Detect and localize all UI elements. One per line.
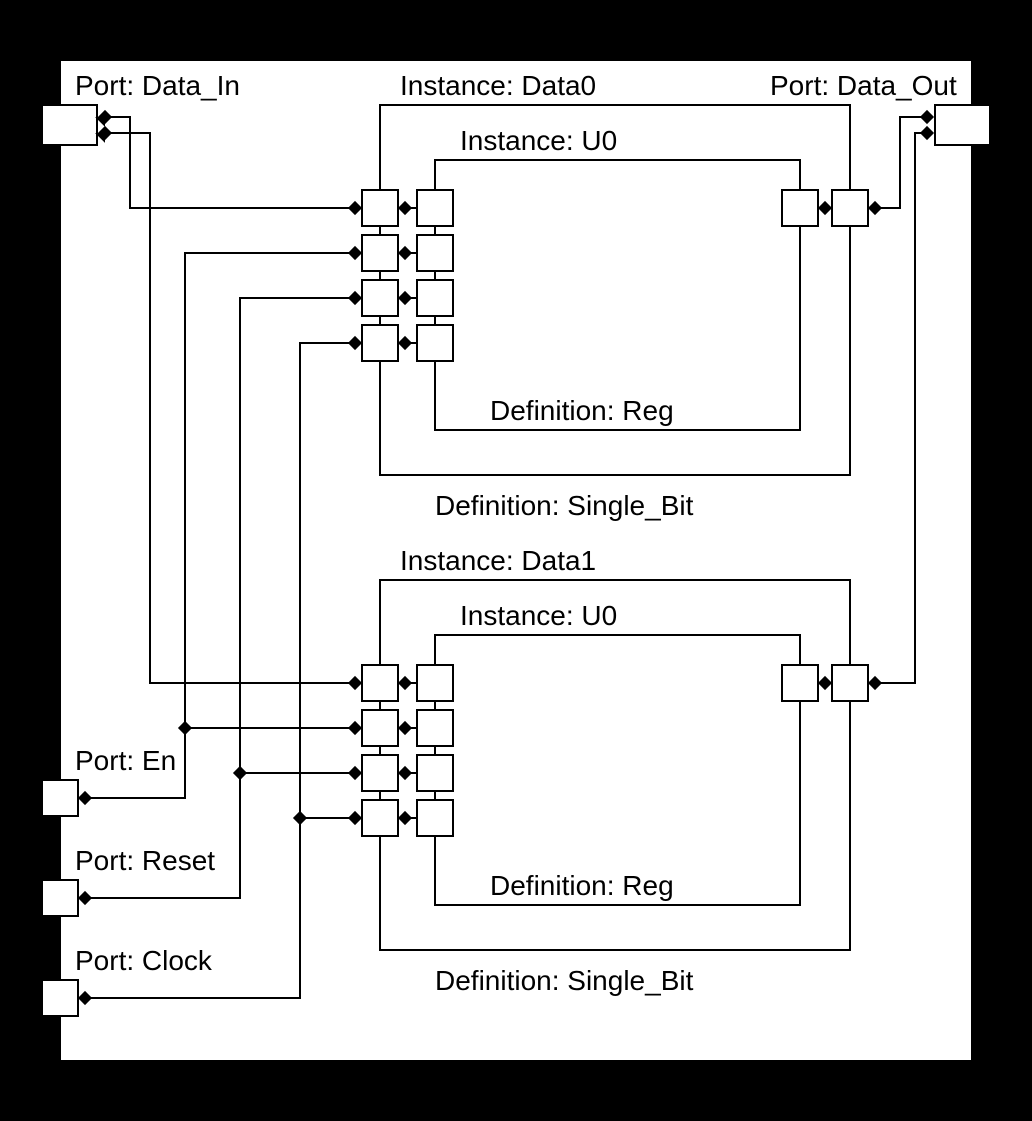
reg1-in-port-1	[417, 710, 453, 746]
port-en	[42, 780, 78, 816]
def-single-bit-0-label: Definition: Single_Bit	[435, 490, 694, 521]
reg-box-0	[435, 160, 800, 430]
port-data-in	[42, 105, 97, 145]
sb0-in-port-2	[362, 280, 398, 316]
instance-u0-1-label: Instance: U0	[460, 600, 617, 631]
sb0-in-port-0	[362, 190, 398, 226]
reg-box-1	[435, 635, 800, 905]
instance-data0-label: Instance: Data0	[400, 70, 596, 101]
reg0-in-port-3	[417, 325, 453, 361]
sb1-in-port-3	[362, 800, 398, 836]
reg0-in-port-0	[417, 190, 453, 226]
def-reg-1-label: Definition: Reg	[490, 870, 674, 901]
port-en-label: Port: En	[75, 745, 176, 776]
reg0-in-port-1	[417, 235, 453, 271]
reg0-in-port-2	[417, 280, 453, 316]
port-data-out	[935, 105, 990, 145]
sb0-in-port-1	[362, 235, 398, 271]
reg0-out-port	[782, 190, 818, 226]
sb1-in-port-2	[362, 755, 398, 791]
def-reg-0-label: Definition: Reg	[490, 395, 674, 426]
reg1-in-port-0	[417, 665, 453, 701]
sb1-in-port-1	[362, 710, 398, 746]
reg1-in-port-2	[417, 755, 453, 791]
sb0-out-port	[832, 190, 868, 226]
def-single-bit-1-label: Definition: Single_Bit	[435, 965, 694, 996]
reg1-in-port-3	[417, 800, 453, 836]
port-clock	[42, 980, 78, 1016]
port-data-in-label: Port: Data_In	[75, 70, 240, 101]
instance-u0-0-label: Instance: U0	[460, 125, 617, 156]
sb1-out-port	[832, 665, 868, 701]
port-data-out-label: Port: Data_Out	[770, 70, 957, 101]
instance-data1-label: Instance: Data1	[400, 545, 596, 576]
port-reset	[42, 880, 78, 916]
sb1-in-port-0	[362, 665, 398, 701]
port-reset-label: Port: Reset	[75, 845, 215, 876]
port-clock-label: Port: Clock	[75, 945, 213, 976]
reg1-out-port	[782, 665, 818, 701]
sb0-in-port-3	[362, 325, 398, 361]
